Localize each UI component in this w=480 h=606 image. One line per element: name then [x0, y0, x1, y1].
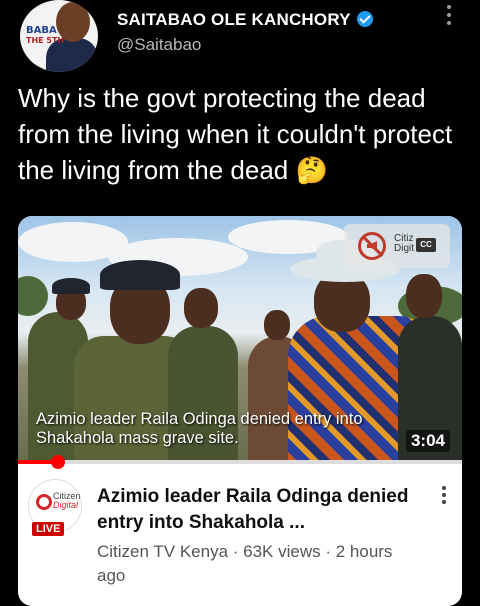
video-thumbnail[interactable]: Citiz Digit CC Azimio leader Raila Oding… — [18, 216, 462, 460]
more-options-button[interactable] — [442, 5, 456, 31]
more-vertical-icon-dot — [447, 13, 451, 17]
author-name[interactable]: SAITABAO OLE KANCHORY — [117, 10, 373, 30]
video-card[interactable]: Citiz Digit CC Azimio leader Raila Oding… — [18, 216, 462, 606]
avatar-badge: BABA THE 5TH — [26, 26, 64, 46]
video-meta: Citizen TV Kenya · 63K views · 2 hours a… — [97, 540, 417, 588]
author-avatar[interactable]: BABA THE 5TH — [20, 0, 98, 72]
video-title[interactable]: Azimio leader Raila Odinga denied entry … — [97, 484, 417, 536]
video-caption-line1: Azimio leader Raila Odinga denied entry … — [36, 410, 363, 428]
more-vertical-icon-dot — [447, 21, 451, 25]
tweet-text: Why is the govt protecting the dead from… — [18, 83, 453, 185]
channel-logo-line2: Digital — [53, 500, 79, 510]
avatar-badge-line1: BABA — [26, 25, 57, 36]
closed-captions-icon[interactable]: CC — [416, 238, 436, 252]
video-caption: Azimio leader Raila Odinga denied entry … — [36, 410, 363, 448]
scene-head — [264, 310, 290, 340]
watermark-line2: Digit — [394, 243, 415, 254]
more-vertical-icon-dot — [442, 500, 446, 504]
channel-watermark: Citiz Digit — [394, 234, 414, 254]
video-progress-bar[interactable] — [18, 455, 462, 469]
meta-separator: · — [320, 542, 336, 561]
scene-head — [406, 274, 442, 318]
meta-separator: · — [228, 542, 244, 561]
video-caption-line2: Shakahola mass grave site. — [36, 429, 239, 447]
view-count: 63K views — [243, 542, 321, 561]
channel-name[interactable]: Citizen TV Kenya — [97, 542, 228, 561]
more-vertical-icon-dot — [442, 493, 446, 497]
avatar-badge-line2: THE 5TH — [26, 36, 65, 45]
verified-badge-icon — [356, 11, 373, 27]
scene-cap — [52, 278, 90, 294]
live-badge: LIVE — [31, 521, 66, 537]
more-vertical-icon — [447, 5, 451, 9]
citizen-logo-icon — [36, 494, 52, 510]
scene-tree — [18, 276, 48, 316]
more-vertical-icon — [442, 486, 446, 490]
video-duration: 3:04 — [405, 430, 450, 452]
mute-toggle[interactable]: Citiz Digit CC — [344, 224, 450, 268]
video-more-button[interactable] — [438, 486, 450, 508]
scene-head — [184, 288, 218, 328]
author-handle[interactable]: @Saitabao — [117, 35, 201, 55]
scene-cap — [100, 260, 180, 290]
author-name-text: SAITABAO OLE KANCHORY — [117, 10, 351, 29]
muted-speaker-icon — [358, 232, 386, 260]
video-progress-handle[interactable] — [50, 455, 65, 469]
